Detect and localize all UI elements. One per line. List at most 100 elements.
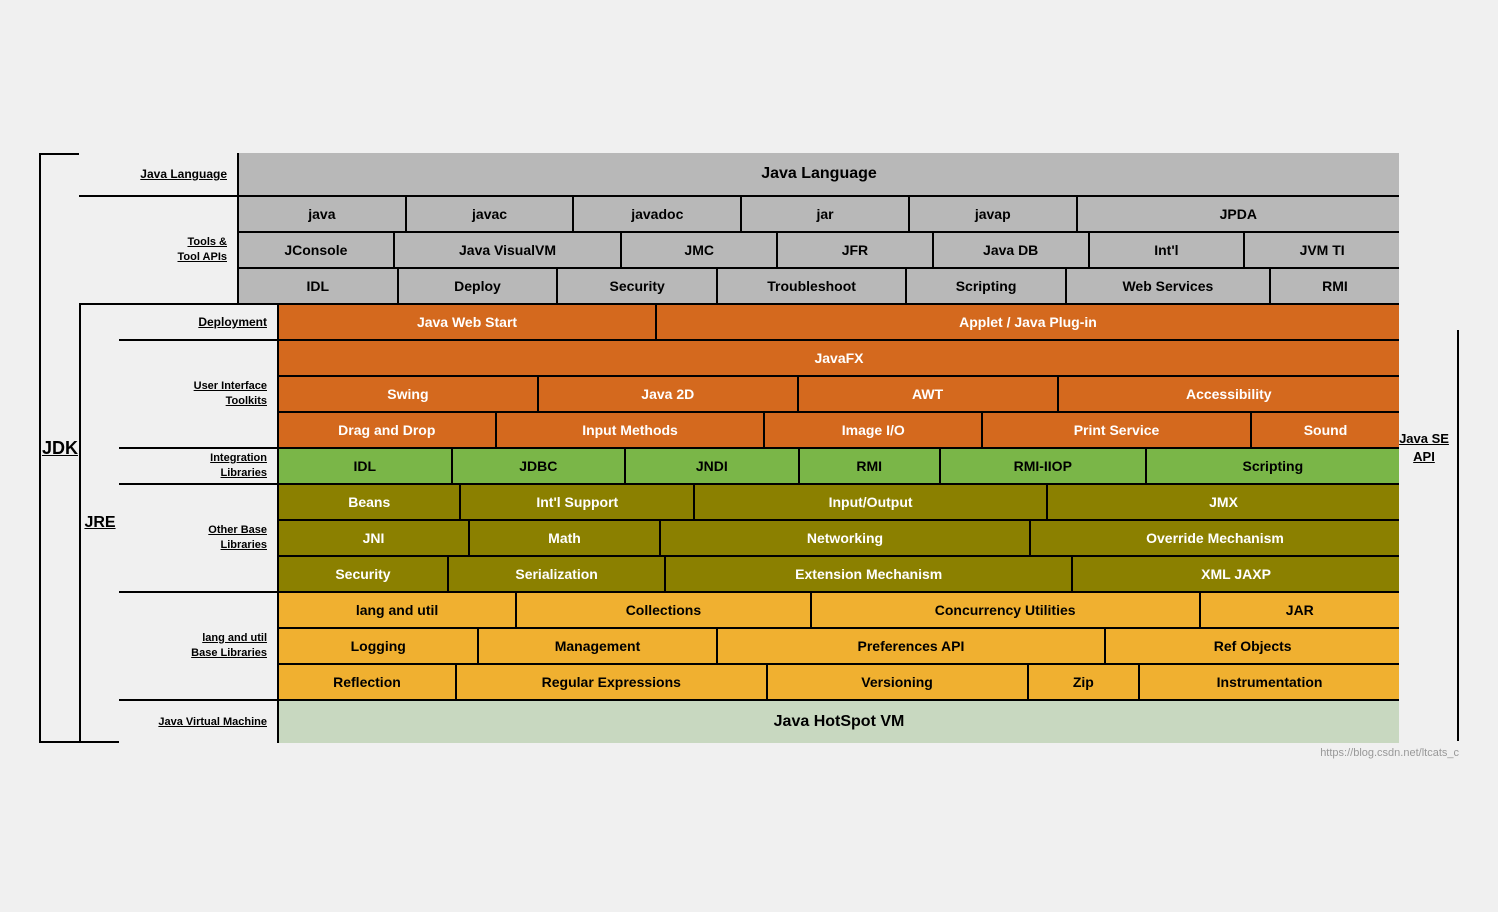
ui-content: JavaFX Swing Java 2D AWT Accessibility <box>279 341 1399 447</box>
diagram-wrapper: JDK Java Language Java Language Tools &T… <box>19 133 1479 779</box>
cell-jar: jar <box>742 197 910 231</box>
tools-row2: JConsole Java VisualVM JMC JFR Java DB I… <box>239 233 1399 269</box>
javafx-row: JavaFX <box>279 341 1399 377</box>
cell-jconsole: JConsole <box>239 233 395 267</box>
cell-lang-util: lang and util <box>279 593 517 627</box>
cell-extension-mechanism: Extension Mechanism <box>666 557 1073 591</box>
jre-wrapper: JRE Deployment Java Web Start Applet / J… <box>79 305 1399 743</box>
cell-security-tools: Security <box>558 269 718 303</box>
lang-row3: Reflection Regular Expressions Versionin… <box>279 665 1399 699</box>
content-wrapper: Java Language Java Language Tools &Tool … <box>79 153 1399 743</box>
java-se-api-label: Java SEAPI <box>1399 430 1449 466</box>
other-base-section: Other BaseLibraries Beans Int'l Support … <box>119 485 1399 593</box>
cell-beans: Beans <box>279 485 461 519</box>
cell-management: Management <box>479 629 717 663</box>
cell-awt: AWT <box>799 377 1059 411</box>
cell-versioning: Versioning <box>768 665 1029 699</box>
cell-sound: Sound <box>1252 413 1399 447</box>
cell-javafx: JavaFX <box>279 341 1399 375</box>
watermark: https://blog.csdn.net/ltcats_c <box>39 747 1459 759</box>
integration-content: IDL JDBC JNDI RMI RMI-IIOP Scripting <box>279 449 1399 483</box>
cell-troubleshoot: Troubleshoot <box>718 269 907 303</box>
cell-intl: Int'l <box>1090 233 1246 267</box>
cell-intl-support: Int'l Support <box>461 485 695 519</box>
cell-rmi-int: RMI <box>800 449 941 483</box>
cell-java-db: Java DB <box>934 233 1090 267</box>
cell-accessibility: Accessibility <box>1059 377 1399 411</box>
cell-instrumentation: Instrumentation <box>1140 665 1399 699</box>
cell-jpda: JPDA <box>1078 197 1399 231</box>
cell-jvm: Java HotSpot VM <box>279 701 1399 743</box>
jvm-section: Java Virtual Machine Java HotSpot VM <box>119 701 1399 743</box>
cell-logging: Logging <box>279 629 479 663</box>
cell-applet: Applet / Java Plug-in <box>657 305 1399 339</box>
deployment-label[interactable]: Deployment <box>119 305 279 339</box>
jvm-label[interactable]: Java Virtual Machine <box>119 701 279 743</box>
jre-label: JRE <box>84 514 115 532</box>
cell-swing: Swing <box>279 377 539 411</box>
cell-jni: JNI <box>279 521 470 555</box>
cell-deploy: Deploy <box>399 269 559 303</box>
ui-section: User InterfaceToolkits JavaFX Swing Java… <box>119 341 1399 449</box>
tools-row3: IDL Deploy Security Troubleshoot Scripti… <box>239 269 1399 303</box>
other-base-content: Beans Int'l Support Input/Output JMX JNI… <box>279 485 1399 591</box>
cell-rmi-tools: RMI <box>1271 269 1399 303</box>
lang-util-section: lang and utilBase Libraries lang and uti… <box>119 593 1399 701</box>
cell-print-service: Print Service <box>983 413 1252 447</box>
cell-xml-jaxp: XML JAXP <box>1073 557 1399 591</box>
ui-label[interactable]: User InterfaceToolkits <box>119 341 279 447</box>
jre-content: Deployment Java Web Start Applet / Java … <box>119 305 1399 743</box>
other-row2: JNI Math Networking Override Mechanism <box>279 521 1399 557</box>
tools-label[interactable]: Tools &Tool APIs <box>79 197 239 303</box>
cell-math: Math <box>470 521 661 555</box>
integration-section: IntegrationLibraries IDL JDBC JNDI RMI R… <box>119 449 1399 485</box>
lang-util-content: lang and util Collections Concurrency Ut… <box>279 593 1399 699</box>
cell-javap: javap <box>910 197 1078 231</box>
cell-web-services: Web Services <box>1067 269 1271 303</box>
cell-image-io: Image I/O <box>765 413 983 447</box>
cell-java: java <box>239 197 407 231</box>
cell-idl-int: IDL <box>279 449 453 483</box>
cell-concurrency: Concurrency Utilities <box>812 593 1201 627</box>
deployment-section: Deployment Java Web Start Applet / Java … <box>119 305 1399 341</box>
cell-collections: Collections <box>517 593 812 627</box>
cell-java2d: Java 2D <box>539 377 799 411</box>
cell-jvmti: JVM TI <box>1245 233 1399 267</box>
java-language-cell: Java Language <box>239 153 1399 195</box>
cell-scripting-int: Scripting <box>1147 449 1399 483</box>
jre-bracket: JRE <box>79 305 119 743</box>
cell-jdbc: JDBC <box>453 449 627 483</box>
java-se-api-bracket: Java SEAPI <box>1399 153 1459 743</box>
cell-java-visualvm: Java VisualVM <box>395 233 623 267</box>
ui-row2: Drag and Drop Input Methods Image I/O Pr… <box>279 413 1399 447</box>
cell-input-output: Input/Output <box>695 485 1048 519</box>
other-base-label[interactable]: Other BaseLibraries <box>119 485 279 591</box>
cell-security-other: Security <box>279 557 449 591</box>
cell-jar: JAR <box>1201 593 1399 627</box>
jdk-label: JDK <box>42 438 78 459</box>
other-row1: Beans Int'l Support Input/Output JMX <box>279 485 1399 521</box>
cell-jndi: JNDI <box>626 449 800 483</box>
tools-content: java javac javadoc jar javap JPDA JConso… <box>239 197 1399 303</box>
cell-jmc: JMC <box>622 233 778 267</box>
tools-section: Tools &Tool APIs java javac javadoc jar … <box>79 197 1399 305</box>
cell-override-mechanism: Override Mechanism <box>1031 521 1399 555</box>
cell-serialization: Serialization <box>449 557 666 591</box>
java-language-section: Java Language Java Language <box>79 153 1399 197</box>
cell-javadoc: javadoc <box>574 197 742 231</box>
jdk-bracket: JDK <box>39 153 79 743</box>
lang-util-label[interactable]: lang and utilBase Libraries <box>119 593 279 699</box>
ui-row1: Swing Java 2D AWT Accessibility <box>279 377 1399 413</box>
cell-input-methods: Input Methods <box>497 413 766 447</box>
cell-zip: Zip <box>1029 665 1141 699</box>
java-language-label[interactable]: Java Language <box>79 153 239 195</box>
lang-row1: lang and util Collections Concurrency Ut… <box>279 593 1399 629</box>
cell-networking: Networking <box>661 521 1031 555</box>
cell-regular-expressions: Regular Expressions <box>457 665 768 699</box>
integration-label[interactable]: IntegrationLibraries <box>119 449 279 483</box>
cell-jfr: JFR <box>778 233 934 267</box>
cell-drag-drop: Drag and Drop <box>279 413 497 447</box>
deployment-content: Java Web Start Applet / Java Plug-in <box>279 305 1399 339</box>
cell-jmx: JMX <box>1048 485 1399 519</box>
cell-reflection: Reflection <box>279 665 457 699</box>
